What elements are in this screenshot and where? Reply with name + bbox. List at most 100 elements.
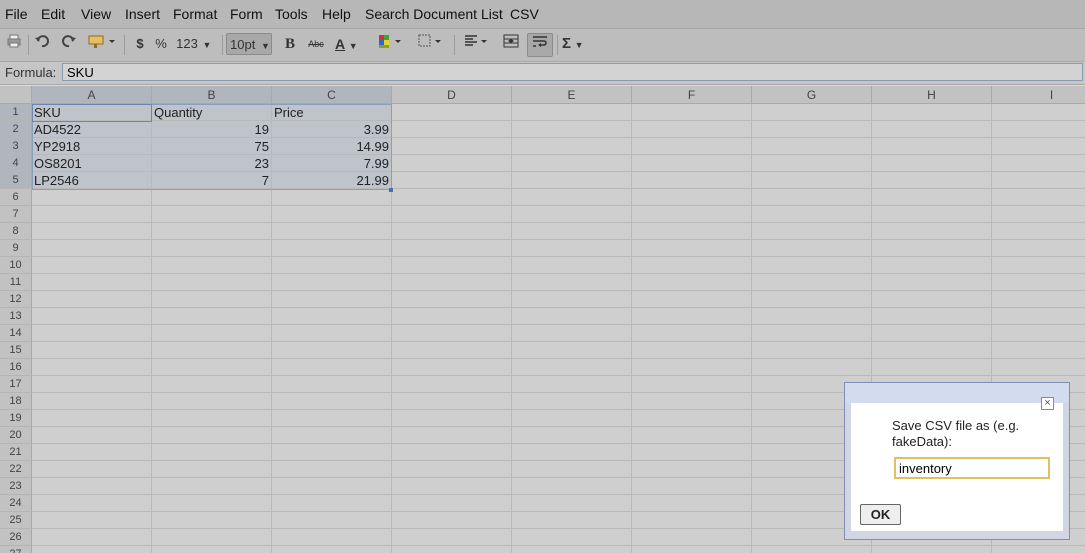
cell-g14[interactable] xyxy=(752,325,872,342)
row-header-16[interactable]: 16 xyxy=(0,359,32,376)
column-header-d[interactable]: D xyxy=(392,86,512,104)
cell-g13[interactable] xyxy=(752,308,872,325)
cell-f15[interactable] xyxy=(632,342,752,359)
cell-i12[interactable] xyxy=(992,291,1085,308)
cell-c5[interactable]: 21.99 xyxy=(272,172,392,189)
row-header-24[interactable]: 24 xyxy=(0,495,32,512)
row-header-3[interactable]: 3 xyxy=(0,138,32,155)
cell-f20[interactable] xyxy=(632,427,752,444)
cell-d13[interactable] xyxy=(392,308,512,325)
row-header-20[interactable]: 20 xyxy=(0,427,32,444)
cell-e10[interactable] xyxy=(512,257,632,274)
menu-view[interactable]: View xyxy=(81,6,111,22)
select-all-corner[interactable] xyxy=(0,86,32,104)
cell-e23[interactable] xyxy=(512,478,632,495)
cell-a13[interactable] xyxy=(32,308,152,325)
cell-d15[interactable] xyxy=(392,342,512,359)
cell-d19[interactable] xyxy=(392,410,512,427)
cell-a26[interactable] xyxy=(32,529,152,546)
cell-e13[interactable] xyxy=(512,308,632,325)
percent-format-button[interactable]: % xyxy=(153,33,169,55)
close-icon[interactable]: × xyxy=(1041,397,1054,410)
cell-b22[interactable] xyxy=(152,461,272,478)
cell-c12[interactable] xyxy=(272,291,392,308)
row-header-13[interactable]: 13 xyxy=(0,308,32,325)
cell-b14[interactable] xyxy=(152,325,272,342)
row-header-1[interactable]: 1 xyxy=(0,104,32,121)
cell-b6[interactable] xyxy=(152,189,272,206)
menu-insert[interactable]: Insert xyxy=(125,6,160,22)
undo-icon[interactable] xyxy=(32,33,52,55)
cell-i1[interactable] xyxy=(992,104,1085,121)
dialog-titlebar[interactable] xyxy=(845,383,1069,403)
cell-e15[interactable] xyxy=(512,342,632,359)
cell-a8[interactable] xyxy=(32,223,152,240)
cell-f18[interactable] xyxy=(632,393,752,410)
cell-b18[interactable] xyxy=(152,393,272,410)
cell-d22[interactable] xyxy=(392,461,512,478)
cell-c14[interactable] xyxy=(272,325,392,342)
cell-h11[interactable] xyxy=(872,274,992,291)
column-header-h[interactable]: H xyxy=(872,86,992,104)
cell-h16[interactable] xyxy=(872,359,992,376)
cell-c13[interactable] xyxy=(272,308,392,325)
cell-d16[interactable] xyxy=(392,359,512,376)
cell-d8[interactable] xyxy=(392,223,512,240)
cell-h14[interactable] xyxy=(872,325,992,342)
row-header-5[interactable]: 5 xyxy=(0,172,32,189)
align-icon[interactable] xyxy=(462,33,492,55)
cell-d14[interactable] xyxy=(392,325,512,342)
cell-b7[interactable] xyxy=(152,206,272,223)
cell-e19[interactable] xyxy=(512,410,632,427)
cell-d17[interactable] xyxy=(392,376,512,393)
cell-f12[interactable] xyxy=(632,291,752,308)
cell-a17[interactable] xyxy=(32,376,152,393)
row-header-26[interactable]: 26 xyxy=(0,529,32,546)
cell-d25[interactable] xyxy=(392,512,512,529)
row-header-25[interactable]: 25 xyxy=(0,512,32,529)
cell-h13[interactable] xyxy=(872,308,992,325)
cell-h4[interactable] xyxy=(872,155,992,172)
cell-d23[interactable] xyxy=(392,478,512,495)
cell-d21[interactable] xyxy=(392,444,512,461)
cell-c23[interactable] xyxy=(272,478,392,495)
filename-input[interactable] xyxy=(894,457,1050,479)
cell-e4[interactable] xyxy=(512,155,632,172)
cell-i11[interactable] xyxy=(992,274,1085,291)
cell-i6[interactable] xyxy=(992,189,1085,206)
cell-i3[interactable] xyxy=(992,138,1085,155)
print-icon[interactable] xyxy=(4,33,24,55)
cell-e25[interactable] xyxy=(512,512,632,529)
number-format-button[interactable]: 123 xyxy=(176,33,198,55)
cell-a19[interactable] xyxy=(32,410,152,427)
cell-e9[interactable] xyxy=(512,240,632,257)
cell-d18[interactable] xyxy=(392,393,512,410)
cell-c4[interactable]: 7.99 xyxy=(272,155,392,172)
cell-a1[interactable]: SKU xyxy=(32,104,152,121)
cell-a14[interactable] xyxy=(32,325,152,342)
cell-i10[interactable] xyxy=(992,257,1085,274)
currency-format-button[interactable]: $ xyxy=(133,33,147,55)
cell-e7[interactable] xyxy=(512,206,632,223)
cell-c9[interactable] xyxy=(272,240,392,257)
cell-h7[interactable] xyxy=(872,206,992,223)
cell-b19[interactable] xyxy=(152,410,272,427)
cell-a27[interactable] xyxy=(32,546,152,553)
cell-g8[interactable] xyxy=(752,223,872,240)
cell-h1[interactable] xyxy=(872,104,992,121)
fill-color-icon[interactable] xyxy=(376,33,406,55)
cell-a3[interactable]: YP2918 xyxy=(32,138,152,155)
cell-c25[interactable] xyxy=(272,512,392,529)
cell-b12[interactable] xyxy=(152,291,272,308)
cell-c17[interactable] xyxy=(272,376,392,393)
cell-b24[interactable] xyxy=(152,495,272,512)
cell-h12[interactable] xyxy=(872,291,992,308)
cell-i7[interactable] xyxy=(992,206,1085,223)
row-header-15[interactable]: 15 xyxy=(0,342,32,359)
cell-g2[interactable] xyxy=(752,121,872,138)
cell-a25[interactable] xyxy=(32,512,152,529)
cell-h15[interactable] xyxy=(872,342,992,359)
cell-f23[interactable] xyxy=(632,478,752,495)
column-header-e[interactable]: E xyxy=(512,86,632,104)
cell-b25[interactable] xyxy=(152,512,272,529)
